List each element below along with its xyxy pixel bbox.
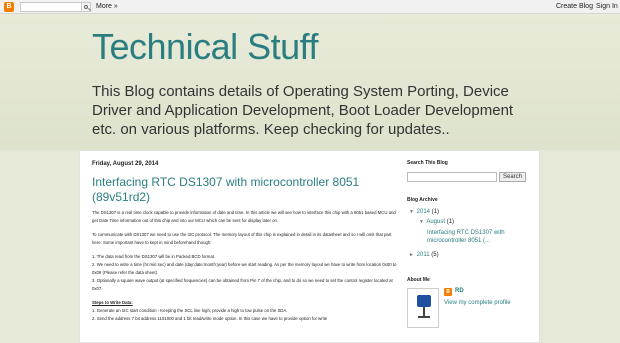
- post-body: The DS1307 is a real time clock capable …: [92, 209, 397, 323]
- monitor-base: [418, 316, 430, 318]
- author-name-link[interactable]: RD: [455, 288, 464, 294]
- archive-year-2011[interactable]: ► 2011 (5): [409, 252, 439, 258]
- navbar-search-input[interactable]: [20, 2, 82, 12]
- archive-year-2014[interactable]: ▼ 2014 (1): [409, 209, 439, 215]
- post-list-item: 2. We need to write a time (hr:min:sec) …: [92, 262, 397, 275]
- post-title-link[interactable]: Interfacing RTC DS1307 with microcontrol…: [92, 175, 392, 205]
- archive-month-august[interactable]: ▼ August (1): [419, 219, 454, 225]
- triangle-open-icon[interactable]: ▼: [419, 219, 425, 225]
- monitor-stand: [423, 307, 425, 316]
- view-profile-link[interactable]: View my complete profile: [444, 300, 511, 306]
- post-paragraph: The DS1307 is a real time clock capable …: [92, 210, 396, 223]
- archive-count: (1): [446, 219, 455, 225]
- more-menu-button[interactable]: More »: [96, 0, 118, 14]
- archive-heading: Blog Archive: [407, 197, 438, 203]
- archive-count: (1): [431, 209, 440, 215]
- search-button[interactable]: Search: [499, 172, 526, 182]
- blog-title[interactable]: Technical Stuff: [92, 26, 318, 68]
- blog-description: This Blog contains details of Operating …: [92, 83, 514, 138]
- archive-count: (5): [431, 252, 439, 258]
- archive-month-link[interactable]: August: [426, 219, 445, 225]
- archive-year-link[interactable]: 2011: [417, 252, 430, 258]
- avatar[interactable]: [407, 288, 439, 328]
- blogger-logo-icon[interactable]: B: [4, 2, 14, 12]
- step-item: 1. Generate an I2C start condition - Kee…: [92, 308, 288, 313]
- navbar-search-button[interactable]: [82, 2, 91, 12]
- monitor-icon: [417, 295, 431, 307]
- archive-post-link[interactable]: Interfacing RTC DS1307 with microcontrol…: [427, 229, 532, 245]
- search-icon: [84, 5, 88, 9]
- sign-in-link[interactable]: Sign In: [596, 0, 618, 14]
- blogger-navbar: B More » Create Blog Sign In: [0, 0, 620, 14]
- archive-year-link[interactable]: 2014: [417, 209, 430, 215]
- triangle-open-icon[interactable]: ▼: [409, 209, 415, 215]
- create-blog-link[interactable]: Create Blog: [556, 0, 593, 14]
- post-date: Friday, August 29, 2014: [92, 161, 159, 167]
- blog-search-input[interactable]: [407, 172, 497, 182]
- about-me-heading: About Me: [407, 277, 430, 283]
- post-list-item: 3. Optionally a square wave output (at s…: [92, 278, 393, 291]
- steps-heading: Steps to Write Data:: [92, 300, 133, 305]
- step-item: 2. Send the address 7 bit address 110100…: [92, 316, 328, 321]
- triangle-closed-icon[interactable]: ►: [409, 252, 415, 258]
- blog-header: Technical Stuff This Blog contains detai…: [0, 14, 620, 150]
- sidebar: Search This Blog Search Blog Archive ▼ 2…: [407, 160, 537, 328]
- post-paragraph: To communicate with DS1307 we need to us…: [92, 232, 392, 245]
- search-widget-heading: Search This Blog: [407, 160, 448, 166]
- post-list-item: 1. The data read from the DS1307 will be…: [92, 254, 216, 259]
- blogger-profile-icon: B: [444, 288, 452, 296]
